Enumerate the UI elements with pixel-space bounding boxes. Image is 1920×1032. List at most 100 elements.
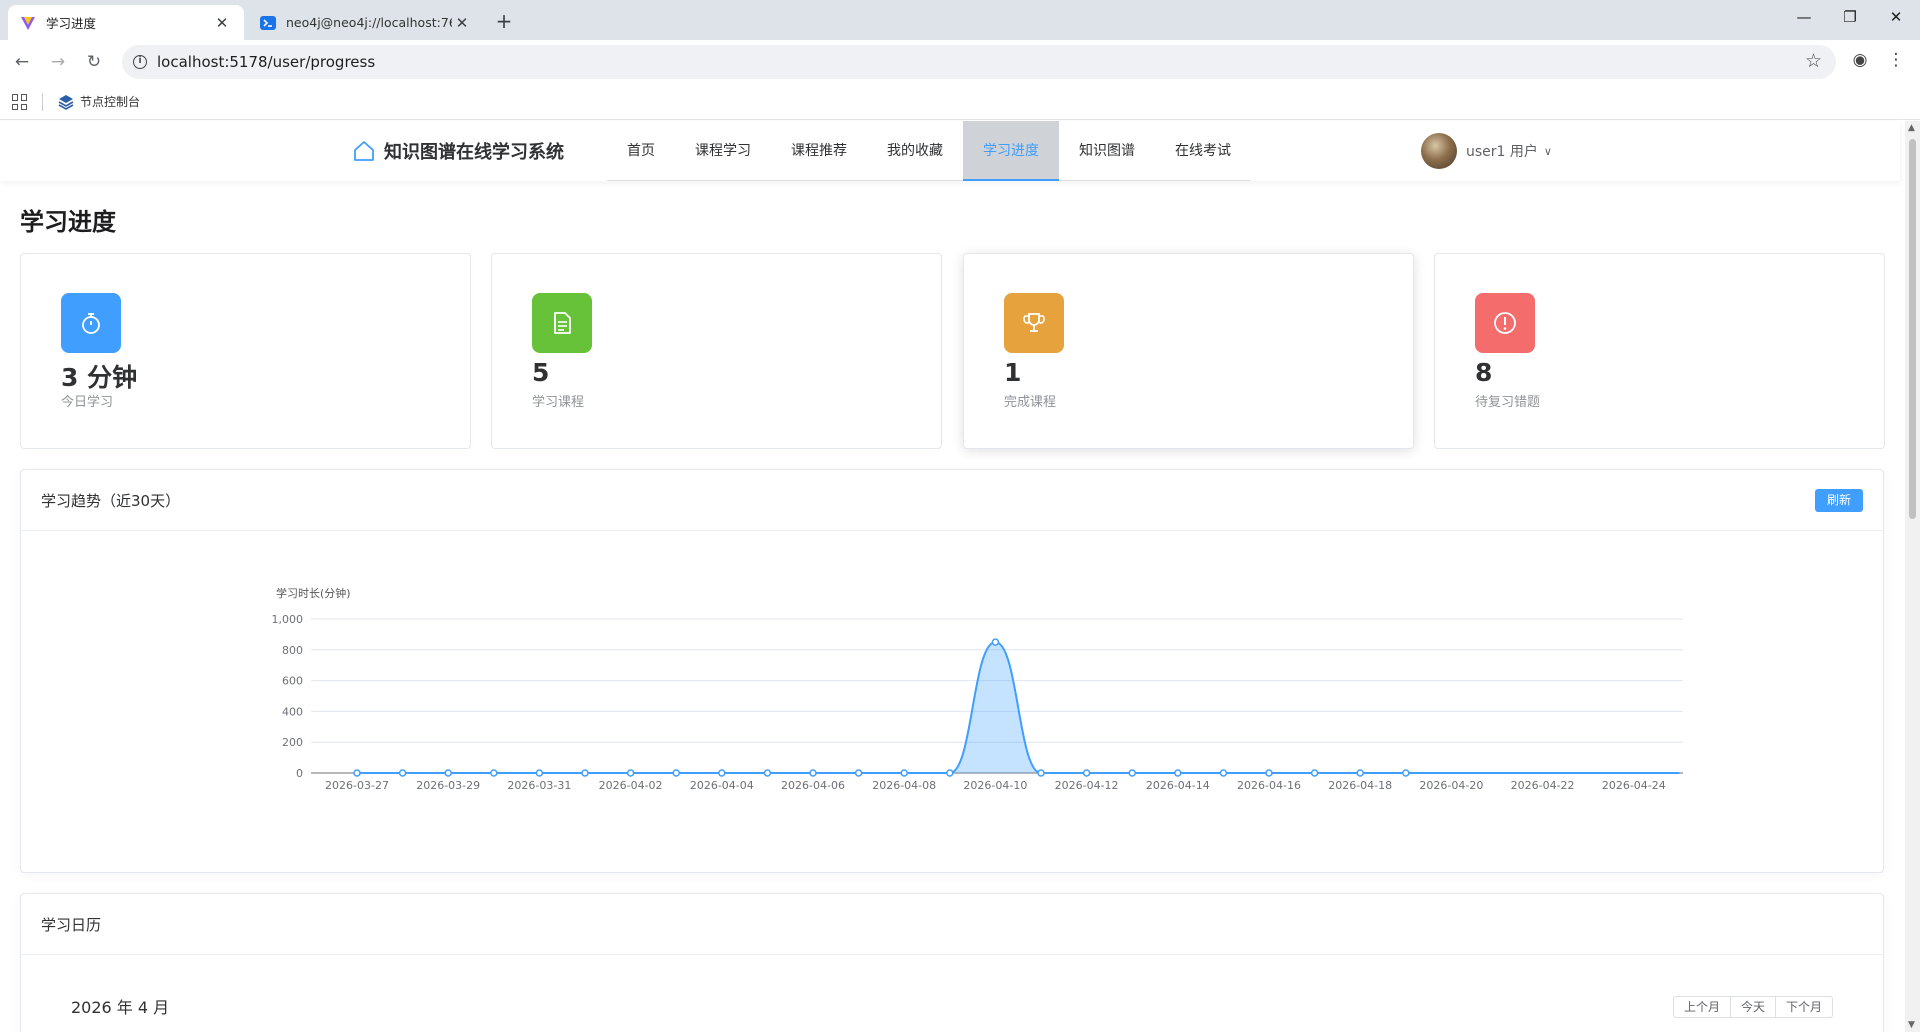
stat-icon-bg (61, 293, 121, 353)
minimize-icon[interactable]: — (1784, 8, 1824, 26)
scroll-down-icon[interactable]: ▼ (1908, 1020, 1915, 1030)
bookmark-label: 节点控制台 (80, 95, 141, 109)
new-tab-icon[interactable]: + (492, 9, 516, 33)
stat-label: 今日学习 (61, 395, 114, 410)
forward-icon[interactable]: → (46, 50, 70, 74)
x-tick-label: 2026-03-31 (507, 779, 571, 792)
stat-icon-bg (1004, 293, 1064, 353)
x-tick-label: 2026-04-20 (1419, 779, 1483, 792)
x-tick-label: 2026-04-16 (1237, 779, 1301, 792)
scrollbar-thumb[interactable] (1909, 139, 1916, 519)
x-tick-label: 2026-04-24 (1602, 779, 1666, 792)
calendar-panel-header: 学习日历 (21, 894, 1883, 955)
x-tick-label: 2026-04-02 (599, 779, 663, 792)
data-point[interactable] (398, 769, 407, 777)
trend-title: 学习趋势（近30天） (41, 492, 181, 510)
calendar-panel: 学习日历 2026 年 4 月 上个月 今天 下个月 (20, 893, 1884, 1032)
layers-icon (58, 94, 74, 110)
stat-value: 3 分钟 (61, 363, 138, 392)
browser-tab[interactable]: neo4j@neo4j://localhost:768 ✕ (248, 5, 484, 40)
data-point[interactable] (946, 769, 954, 777)
browser-toolbar: ← → ↻ i localhost:5178/user/progress ☆ ◉… (0, 40, 1920, 84)
calendar-month-label: 2026 年 4 月 (71, 998, 170, 1017)
data-point[interactable] (1219, 769, 1228, 777)
data-point[interactable] (672, 769, 680, 777)
data-point[interactable] (1128, 769, 1136, 777)
x-tick-label: 2026-04-04 (690, 779, 754, 792)
window-close-icon[interactable]: ✕ (1876, 8, 1916, 26)
prev-month-button[interactable]: 上个月 (1672, 996, 1731, 1018)
profile-icon[interactable]: ◉ (1848, 50, 1872, 70)
stat-icon-bg (1475, 293, 1535, 353)
x-tick-label: 2026-04-12 (1055, 779, 1119, 792)
url-text[interactable]: localhost:5178/user/progress (157, 53, 375, 71)
data-point[interactable] (535, 769, 544, 777)
close-tab-icon[interactable]: ✕ (452, 14, 472, 32)
stat-card-today: 3 分钟 今日学习 (20, 253, 471, 449)
chart-x-ticks: 2026-03-27 2026-03-29 2026-03-31 2026-04-02… (325, 779, 1666, 792)
page-scrollbar[interactable]: ▲ ▼ (1905, 121, 1920, 1032)
avatar[interactable] (1421, 133, 1457, 169)
back-icon[interactable]: ← (10, 50, 34, 74)
menu-item-recommend[interactable]: 课程推荐 (771, 121, 867, 181)
stat-label: 完成课程 (1004, 395, 1057, 410)
data-point[interactable] (581, 769, 589, 777)
close-tab-icon[interactable]: ✕ (212, 14, 232, 32)
apps-grid-icon[interactable] (12, 94, 28, 110)
calendar-title: 学习日历 (41, 916, 102, 934)
document-icon (554, 312, 571, 334)
data-point[interactable] (900, 769, 908, 777)
next-month-button[interactable]: 下个月 (1775, 996, 1833, 1018)
menu-item-knowledge-graph[interactable]: 知识图谱 (1059, 121, 1155, 181)
scroll-up-icon[interactable]: ▲ (1908, 123, 1915, 133)
menu-item-home[interactable]: 首页 (607, 121, 675, 181)
menu-item-progress[interactable]: 学习进度 (963, 121, 1059, 181)
data-point[interactable] (1037, 769, 1045, 777)
bookmark-star-icon[interactable]: ☆ (1805, 50, 1822, 72)
menu-item-favorites[interactable]: 我的收藏 (867, 121, 963, 181)
x-tick-label: 2026-04-18 (1328, 779, 1392, 792)
data-point[interactable] (854, 769, 863, 777)
data-point[interactable] (353, 769, 361, 777)
terminal-favicon-icon (260, 15, 276, 30)
browser-tab-active[interactable]: 学习进度 ✕ (8, 5, 244, 40)
site-info-icon[interactable]: i (133, 55, 147, 69)
data-point[interactable] (718, 769, 726, 777)
data-point[interactable] (1356, 769, 1364, 777)
restore-icon[interactable]: ❐ (1830, 8, 1870, 26)
stat-label: 待复习错题 (1475, 395, 1541, 410)
user-dropdown[interactable]: user1 用户 ∨ (1421, 133, 1552, 169)
app-logo[interactable]: 知识图谱在线学习系统 (352, 138, 564, 164)
refresh-button[interactable]: 刷新 (1814, 489, 1863, 512)
chart-y-axis-label: 学习时长(分钟) (276, 586, 351, 600)
data-point[interactable] (444, 769, 452, 777)
data-point[interactable] (1174, 769, 1182, 777)
data-point[interactable] (490, 769, 498, 777)
data-point[interactable] (763, 769, 772, 777)
stat-icon-bg (532, 293, 592, 353)
menu-item-exam[interactable]: 在线考试 (1155, 121, 1251, 181)
address-bar[interactable]: i localhost:5178/user/progress ☆ (122, 45, 1836, 79)
more-menu-icon[interactable]: ⋮ (1884, 50, 1908, 70)
app-title: 知识图谱在线学习系统 (384, 142, 564, 163)
menu-item-courses[interactable]: 课程学习 (675, 121, 771, 181)
data-point[interactable] (1310, 769, 1319, 777)
stat-value: 8 (1475, 358, 1493, 387)
chevron-down-icon: ∨ (1543, 144, 1552, 158)
page-title: 学习进度 (20, 208, 116, 236)
data-point[interactable] (809, 769, 817, 777)
reload-icon[interactable]: ↻ (82, 50, 106, 74)
data-point[interactable] (1402, 769, 1410, 777)
y-tick-label: 800 (282, 644, 303, 657)
x-tick-label: 2026-03-27 (325, 779, 389, 792)
bookmarks-divider (42, 93, 43, 111)
data-point[interactable] (1082, 769, 1091, 777)
app-header: 知识图谱在线学习系统 首页 课程学习 课程推荐 我的收藏 学习进度 知识图谱 在… (0, 121, 1900, 181)
data-point[interactable] (626, 769, 635, 777)
stat-value: 1 (1004, 358, 1022, 387)
today-button[interactable]: 今天 (1730, 996, 1776, 1018)
bookmark-item[interactable]: 节点控制台 (58, 93, 140, 110)
data-point[interactable] (1265, 769, 1273, 777)
data-point[interactable] (991, 638, 1000, 646)
main-menu: 首页 课程学习 课程推荐 我的收藏 学习进度 知识图谱 在线考试 (607, 121, 1251, 181)
